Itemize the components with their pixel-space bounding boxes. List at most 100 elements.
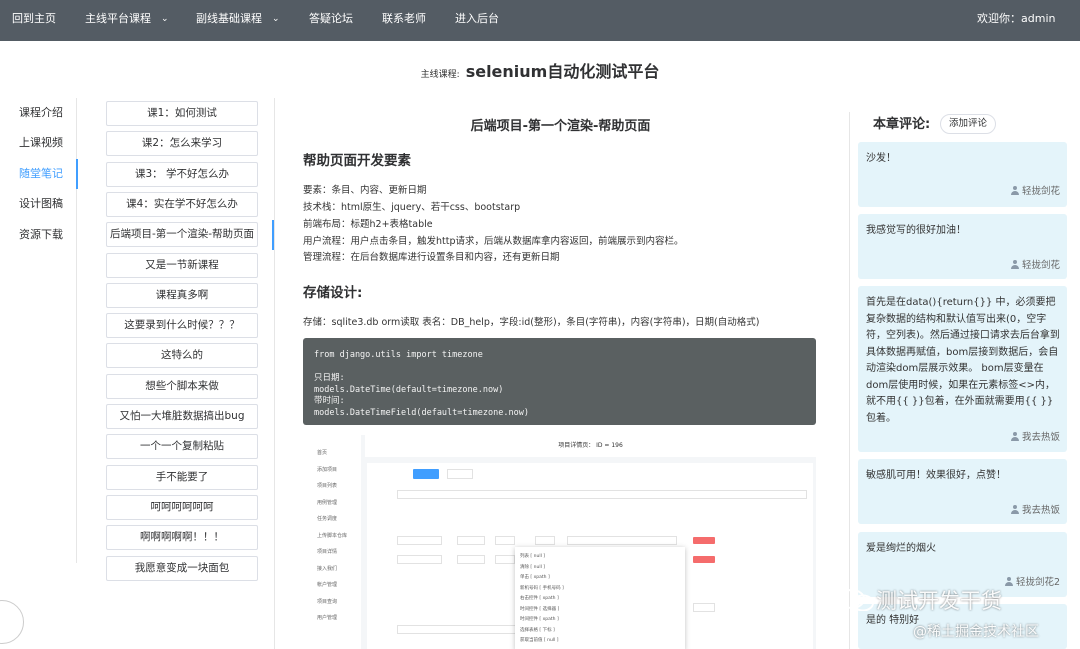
screenshot-sidebar-item: 帐户管理 bbox=[317, 582, 338, 588]
lesson-button[interactable]: 课3： 学不好怎么办 bbox=[106, 162, 258, 187]
nav-contact[interactable]: 联系老师 bbox=[382, 0, 426, 41]
nav-home-label: 回到主页 bbox=[12, 12, 56, 25]
lesson-button[interactable]: 啊啊啊啊啊！！！ bbox=[106, 525, 258, 550]
lesson-button[interactable]: 后端项目-第一个渲染-帮助页面 bbox=[106, 222, 258, 247]
screenshot-sidebar-item: 首页 bbox=[317, 450, 328, 456]
lesson-button[interactable]: 这特么的 bbox=[106, 343, 258, 368]
code-block: from django.utils import timezone 只日期: m… bbox=[303, 338, 816, 425]
watermark-title: 测试开发干货 bbox=[838, 585, 1002, 615]
add-comment-button[interactable]: 添加评论 bbox=[940, 114, 996, 134]
nav-main-courses-label: 主线平台课程 bbox=[85, 12, 151, 25]
lesson-button[interactable]: 又是一节新课程 bbox=[106, 253, 258, 278]
user-icon bbox=[1011, 186, 1020, 195]
screenshot-dropdown-item: 获取当前值 [ null ] bbox=[520, 638, 559, 643]
comment-card: 沙发！ 轻拢剑花 bbox=[858, 142, 1067, 207]
code-line: 只日期: bbox=[314, 373, 345, 383]
sidebar-item-label: 课程介绍 bbox=[19, 106, 63, 119]
sidebar-item-intro[interactable]: 课程介绍 bbox=[0, 98, 77, 128]
screenshot-input bbox=[397, 625, 517, 634]
screenshot-delete-button bbox=[693, 556, 715, 563]
screenshot-sidebar-item: 上传脚本仓库 bbox=[317, 532, 348, 539]
screenshot-dropdown-item: 清除 [ null ] bbox=[520, 564, 546, 570]
screenshot-input bbox=[397, 536, 442, 545]
screenshot-sidebar-item: 项目查询 bbox=[317, 598, 338, 605]
screenshot-dropdown-item: 选择表格 [ 下标 ] bbox=[520, 627, 555, 633]
watermark-title-text: 测试开发干货 bbox=[876, 589, 1002, 613]
nav-admin-label: 进入后台 bbox=[455, 12, 499, 25]
screenshot-sidebar-item: 接入我们 bbox=[317, 565, 338, 572]
screenshot-header: 项目详情页： ID = 196 bbox=[365, 435, 816, 457]
comment-author: 轻拢剑花 bbox=[1011, 183, 1060, 197]
sidebar-item-videos[interactable]: 上课视频 bbox=[0, 128, 77, 158]
comment-text: 我感觉写的很好加油！ bbox=[866, 225, 966, 236]
comment-author: 我去热饭 bbox=[1011, 429, 1060, 443]
nav-main-courses[interactable]: 主线平台课程 ⌄ bbox=[85, 0, 169, 41]
user-icon bbox=[1011, 260, 1020, 269]
chevron-down-icon: ⌄ bbox=[161, 14, 169, 24]
comment-author-name: 轻拢剑花 bbox=[1021, 186, 1060, 197]
chevron-down-icon: ⌄ bbox=[272, 14, 280, 24]
screenshot-sidebar-item: 项目列表 bbox=[317, 483, 338, 489]
screenshot-sidebar-item: 用户管理 bbox=[317, 615, 338, 621]
comment-author-name: 轻拢剑花 bbox=[1021, 260, 1060, 271]
screenshot-sidebar-item: 项目详情 bbox=[317, 549, 338, 555]
screenshot-dropdown-item: 时间控件 [ xpath ] bbox=[520, 617, 559, 622]
user-icon bbox=[1011, 505, 1020, 514]
sidebar-item-label: 资源下载 bbox=[19, 228, 63, 241]
comment-text: 敏感肌可用！效果很好，点赞！ bbox=[866, 470, 1006, 481]
user-icon bbox=[1011, 432, 1020, 441]
screenshot-button bbox=[413, 469, 439, 479]
comment-card: 敏感肌可用！效果很好，点赞！ 我去热饭 bbox=[858, 459, 1067, 524]
paragraph-line: 用户流程：用户点击条目，触发http请求，后端从数据库拿内容返回，前端展示到内容… bbox=[303, 236, 684, 247]
screenshot-sidebar: 首页 添加项目 项目列表 用例管理 任务调度 上传脚本仓库 项目详情 接入我们 帐户管理 项目查询… bbox=[303, 435, 361, 649]
screenshot-input bbox=[495, 536, 515, 545]
paragraph-line: 前端布局：标题h2+表格table bbox=[303, 219, 433, 230]
scroll-top-button[interactable] bbox=[0, 600, 24, 644]
nav-forum[interactable]: 答疑论坛 bbox=[309, 0, 353, 41]
lesson-button[interactable]: 这要录到什么时候？？？ bbox=[106, 313, 258, 338]
sidebar-item-notes[interactable]: 随堂笔记 bbox=[0, 159, 78, 189]
lesson-button[interactable]: 课程真多啊 bbox=[106, 283, 258, 308]
sidebar-item-label: 随堂笔记 bbox=[19, 167, 63, 180]
sidebar-item-label: 上课视频 bbox=[19, 136, 63, 149]
divider bbox=[274, 98, 275, 649]
comment-author: 轻拢剑花 bbox=[1011, 257, 1060, 271]
screenshot-input bbox=[535, 536, 555, 545]
comment-author: 我去热饭 bbox=[1011, 502, 1060, 516]
course-name: selenium自动化测试平台 bbox=[465, 62, 660, 81]
code-line: from django.utils import timezone bbox=[314, 350, 483, 360]
comment-card: 首先是在data(){return{}} 中，必须要把复杂数据的结构和默认值写出… bbox=[858, 286, 1067, 452]
screenshot-dropdown: 列表 [ null ] 清除 [ null ] 单击 [ xpath ] 新机号码 [… bbox=[515, 547, 685, 649]
section-title: 存储设计: bbox=[303, 285, 363, 301]
lesson-button[interactable]: 我愿意变成一块面包 bbox=[106, 556, 258, 581]
lesson-button[interactable]: 课1：如何测试 bbox=[106, 101, 258, 126]
user-welcome[interactable]: 欢迎你：admin bbox=[977, 0, 1055, 41]
screenshot-dropdown-item: 列表 [ null ] bbox=[520, 554, 546, 559]
nav-home[interactable]: 回到主页 bbox=[12, 0, 56, 41]
sidebar-item-label: 设计图稿 bbox=[19, 197, 63, 210]
lesson-button[interactable]: 课4：实在学不好怎么办 bbox=[106, 192, 258, 217]
divider bbox=[849, 112, 850, 649]
code-line: 带时间: bbox=[314, 396, 345, 406]
nav-admin[interactable]: 进入后台 bbox=[455, 0, 499, 41]
sidebar-item-design[interactable]: 设计图稿 bbox=[0, 189, 77, 219]
lesson-button[interactable]: 手不能要了 bbox=[106, 465, 258, 490]
lesson-button[interactable]: 呵呵呵呵呵呵 bbox=[106, 495, 258, 520]
sidebar-item-downloads[interactable]: 资源下载 bbox=[0, 220, 77, 250]
section-title: 帮助页面开发要素 bbox=[303, 153, 411, 169]
nav-basic-courses[interactable]: 副线基础课程 ⌄ bbox=[196, 0, 280, 41]
screenshot-input bbox=[693, 603, 715, 612]
screenshot-dropdown-item: 单击 [ xpath ] bbox=[520, 575, 550, 580]
screenshot-input bbox=[495, 555, 515, 564]
screenshot-dropdown-item: 新机号码 [ 手机号码 ] bbox=[520, 585, 564, 591]
lesson-button[interactable]: 想些个脚本来做 bbox=[106, 374, 258, 399]
lesson-button[interactable]: 课2：怎么来学习 bbox=[106, 131, 258, 156]
screenshot-input bbox=[397, 490, 807, 499]
lesson-button[interactable]: 一个一个复制粘贴 bbox=[106, 434, 258, 459]
screenshot-dropdown-item: 右击控件 [ xpath ] bbox=[520, 596, 559, 601]
screenshot-input bbox=[457, 536, 485, 545]
comments-title: 本章评论: bbox=[873, 117, 931, 132]
paragraph-line: 管理流程：在后台数据库进行设置条目和内容，还有更新日期 bbox=[303, 252, 560, 263]
user-welcome-label: 欢迎你：admin bbox=[977, 12, 1056, 25]
lesson-button[interactable]: 又怕一大堆脏数据搞出bug bbox=[106, 404, 258, 429]
